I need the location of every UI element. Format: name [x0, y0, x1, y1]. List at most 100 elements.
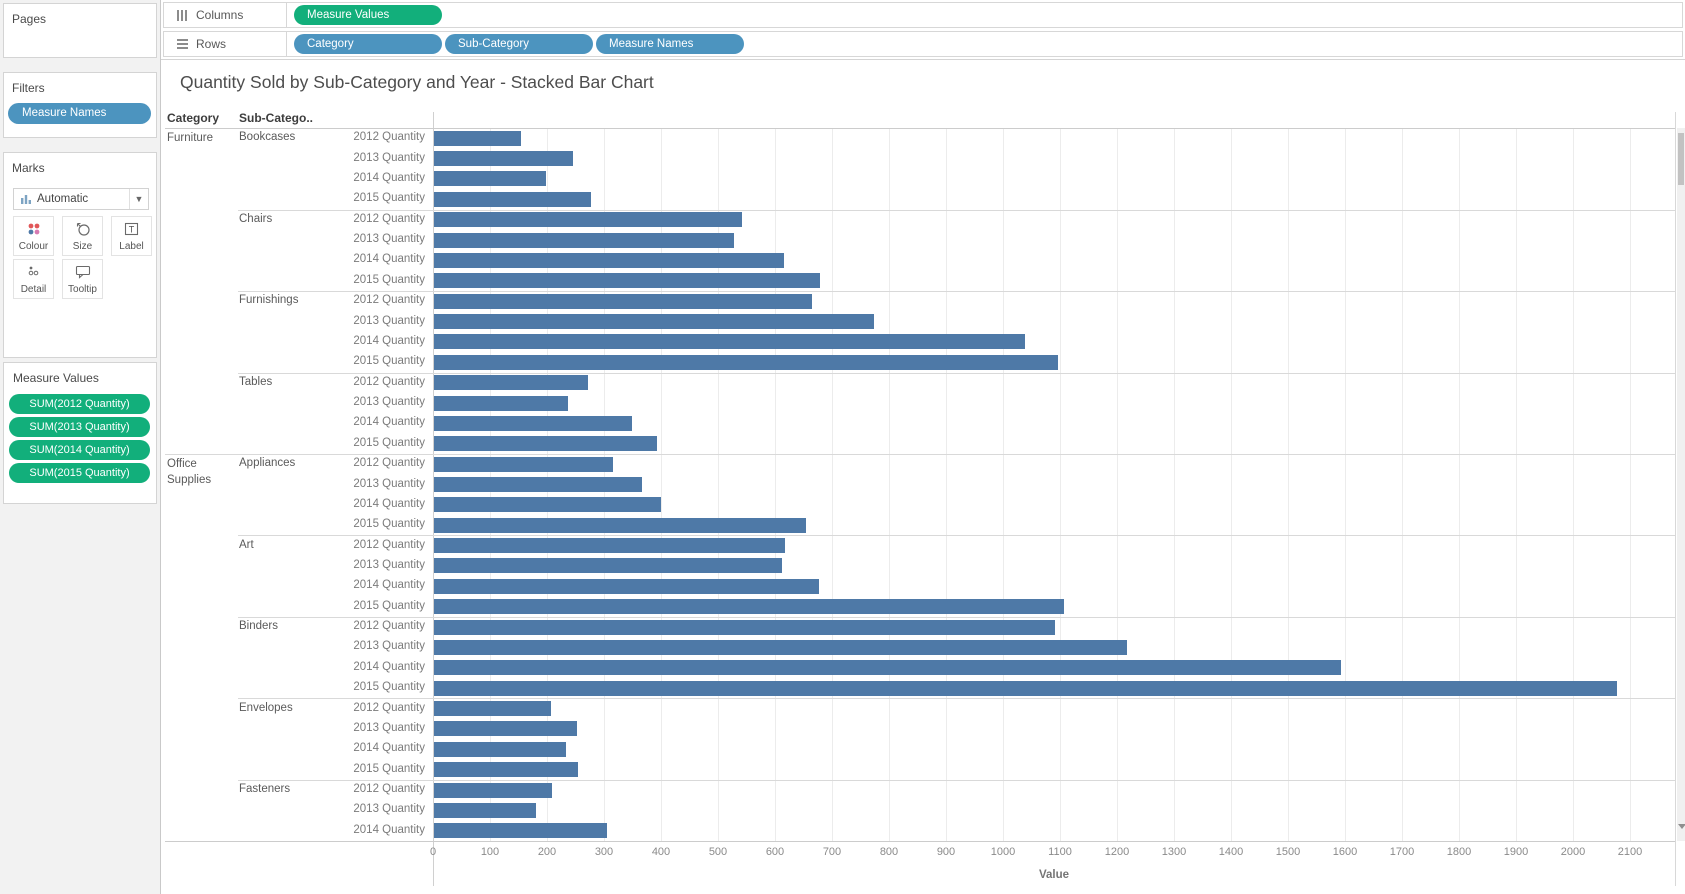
year-row-label[interactable]: 2012 Quantity: [310, 620, 425, 632]
category-column-header[interactable]: Category: [167, 111, 219, 125]
chevron-down-icon[interactable]: ▼: [129, 189, 148, 209]
quantity-bar[interactable]: [434, 681, 1617, 696]
dimension-pill[interactable]: Sub-Category: [445, 34, 593, 54]
year-row-label[interactable]: 2015 Quantity: [310, 518, 425, 530]
year-row-label[interactable]: 2014 Quantity: [310, 579, 425, 591]
subcategory-row-label[interactable]: Binders: [239, 620, 278, 632]
year-row-label[interactable]: 2015 Quantity: [310, 437, 425, 449]
year-row-label[interactable]: 2014 Quantity: [310, 661, 425, 673]
year-row-label[interactable]: 2014 Quantity: [310, 742, 425, 754]
vertical-scrollbar-thumb[interactable]: [1678, 133, 1684, 185]
quantity-bar[interactable]: [434, 538, 785, 553]
mark-button-size[interactable]: Size: [62, 216, 103, 256]
subcategory-row-label[interactable]: Envelopes: [239, 702, 293, 714]
quantity-bar[interactable]: [434, 355, 1058, 370]
year-row-label[interactable]: 2012 Quantity: [310, 294, 425, 306]
quantity-bar[interactable]: [434, 660, 1341, 675]
quantity-bar[interactable]: [434, 721, 577, 736]
year-row-label[interactable]: 2015 Quantity: [310, 600, 425, 612]
quantity-bar[interactable]: [434, 375, 588, 390]
quantity-bar[interactable]: [434, 436, 657, 451]
quantity-bar[interactable]: [434, 396, 568, 411]
quantity-bar[interactable]: [434, 477, 642, 492]
measure-values-card[interactable]: Measure Values SUM(2012 Quantity) SUM(201…: [3, 362, 157, 504]
quantity-bar[interactable]: [434, 233, 734, 248]
quantity-bar[interactable]: [434, 314, 874, 329]
mark-type-dropdown[interactable]: Automatic ▼: [13, 188, 149, 210]
quantity-bar[interactable]: [434, 518, 806, 533]
year-row-label[interactable]: 2014 Quantity: [310, 824, 425, 836]
quantity-bar[interactable]: [434, 192, 591, 207]
quantity-bar[interactable]: [434, 273, 820, 288]
subcategory-row-label[interactable]: Art: [239, 539, 254, 551]
quantity-bar[interactable]: [434, 742, 566, 757]
quantity-bar[interactable]: [434, 171, 546, 186]
year-row-label[interactable]: 2012 Quantity: [310, 702, 425, 714]
year-row-label[interactable]: 2014 Quantity: [310, 172, 425, 184]
mark-button-colour[interactable]: Colour: [13, 216, 54, 256]
year-row-label[interactable]: 2012 Quantity: [310, 376, 425, 388]
quantity-bar[interactable]: [434, 823, 607, 838]
dimension-pill[interactable]: Measure Names: [596, 34, 744, 54]
measure-value-pill[interactable]: SUM(2015 Quantity): [9, 463, 150, 483]
year-row-label[interactable]: 2015 Quantity: [310, 681, 425, 693]
mark-button-tooltip[interactable]: Tooltip: [62, 259, 103, 299]
columns-shelf[interactable]: Columns Measure Values: [163, 2, 1683, 28]
subcategory-row-label[interactable]: Chairs: [239, 213, 272, 225]
year-row-label[interactable]: 2013 Quantity: [310, 315, 425, 327]
year-row-label[interactable]: 2013 Quantity: [310, 722, 425, 734]
year-row-label[interactable]: 2015 Quantity: [310, 192, 425, 204]
year-row-label[interactable]: 2015 Quantity: [310, 274, 425, 286]
quantity-bar[interactable]: [434, 294, 812, 309]
pages-shelf[interactable]: Pages: [3, 3, 157, 58]
year-row-label[interactable]: 2013 Quantity: [310, 640, 425, 652]
subcategory-row-label[interactable]: Fasteners: [239, 783, 290, 795]
year-row-label[interactable]: 2013 Quantity: [310, 152, 425, 164]
scrollbar-down-arrow-icon[interactable]: [1678, 824, 1685, 829]
year-row-label[interactable]: 2013 Quantity: [310, 803, 425, 815]
year-row-label[interactable]: 2014 Quantity: [310, 416, 425, 428]
quantity-bar[interactable]: [434, 212, 742, 227]
dimension-pill[interactable]: Category: [294, 34, 442, 54]
measure-value-pill[interactable]: SUM(2013 Quantity): [9, 417, 150, 437]
category-row-label[interactable]: Office Supplies: [167, 456, 235, 488]
category-row-label[interactable]: Furniture: [167, 130, 235, 146]
filter-pill[interactable]: Measure Names: [8, 103, 151, 124]
subcategory-row-label[interactable]: Furnishings: [239, 294, 298, 306]
quantity-bar[interactable]: [434, 558, 782, 573]
quantity-bar[interactable]: [434, 783, 552, 798]
year-row-label[interactable]: 2013 Quantity: [310, 559, 425, 571]
year-row-label[interactable]: 2012 Quantity: [310, 457, 425, 469]
quantity-bar[interactable]: [434, 151, 573, 166]
year-row-label[interactable]: 2013 Quantity: [310, 478, 425, 490]
quantity-bar[interactable]: [434, 457, 613, 472]
year-row-label[interactable]: 2014 Quantity: [310, 253, 425, 265]
measure-pill[interactable]: Measure Values: [294, 5, 442, 25]
subcategory-row-label[interactable]: Appliances: [239, 457, 295, 469]
rows-shelf[interactable]: Rows Category Sub-Category Measure Names: [163, 31, 1683, 57]
vertical-scrollbar-track[interactable]: [1677, 128, 1685, 841]
quantity-bar[interactable]: [434, 762, 578, 777]
year-row-label[interactable]: 2012 Quantity: [310, 213, 425, 225]
quantity-bar[interactable]: [434, 416, 632, 431]
quantity-bar[interactable]: [434, 701, 551, 716]
year-row-label[interactable]: 2014 Quantity: [310, 335, 425, 347]
quantity-bar[interactable]: [434, 803, 536, 818]
subcategory-row-label[interactable]: Bookcases: [239, 131, 295, 143]
quantity-bar[interactable]: [434, 131, 521, 146]
year-row-label[interactable]: 2013 Quantity: [310, 233, 425, 245]
year-row-label[interactable]: 2015 Quantity: [310, 763, 425, 775]
year-row-label[interactable]: 2012 Quantity: [310, 783, 425, 795]
measure-value-pill[interactable]: SUM(2014 Quantity): [9, 440, 150, 460]
chart-title[interactable]: Quantity Sold by Sub-Category and Year -…: [180, 72, 654, 93]
quantity-bar[interactable]: [434, 579, 819, 594]
quantity-bar[interactable]: [434, 599, 1064, 614]
quantity-bar[interactable]: [434, 620, 1055, 635]
quantity-bar[interactable]: [434, 253, 784, 268]
measure-value-pill[interactable]: SUM(2012 Quantity): [9, 394, 150, 414]
year-row-label[interactable]: 2013 Quantity: [310, 396, 425, 408]
mark-button-detail[interactable]: Detail: [13, 259, 54, 299]
subcategory-row-label[interactable]: Tables: [239, 376, 272, 388]
year-row-label[interactable]: 2012 Quantity: [310, 539, 425, 551]
filters-shelf[interactable]: Filters Measure Names: [3, 72, 157, 138]
